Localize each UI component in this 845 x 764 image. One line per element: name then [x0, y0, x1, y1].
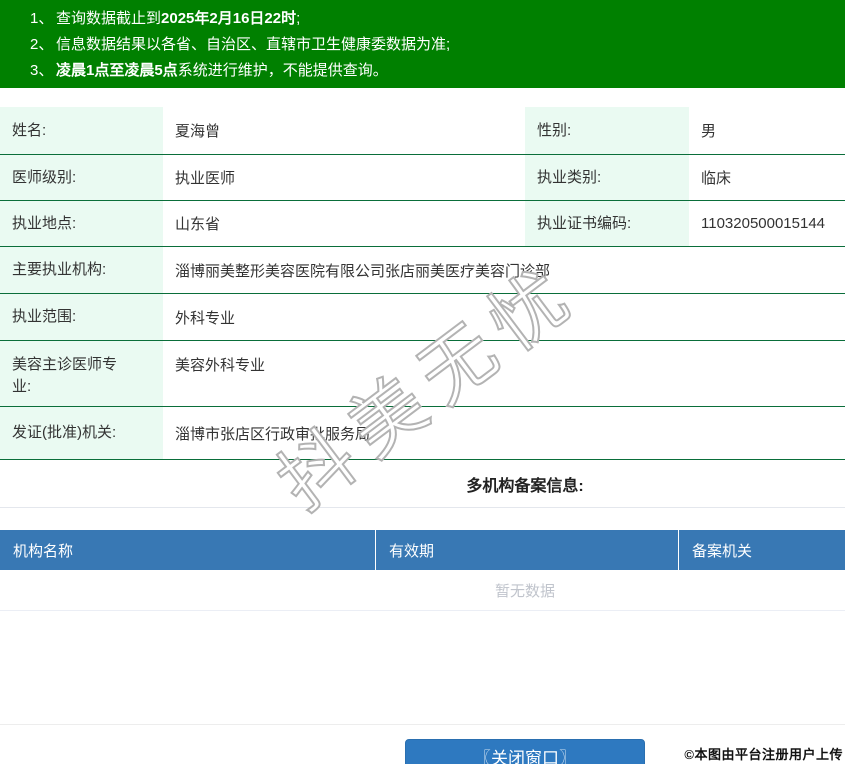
- notice-line-2: 2、信息数据结果以各省、自治区、直辖市卫生健康委数据为准;: [30, 32, 845, 58]
- doctor-info-table: 姓名: 夏海曾 性别: 男 医师级别: 执业医师 执业类别: 临床 执业地点: …: [0, 107, 845, 508]
- notice-number: 2、: [30, 32, 56, 58]
- multi-org-section-title: 多机构备案信息:: [0, 460, 845, 508]
- notice-banner: 1、查询数据截止到2025年2月16日22时; 2、信息数据结果以各省、自治区、…: [0, 0, 845, 88]
- issuer-label: 发证(批准)机关:: [0, 407, 163, 459]
- gender-value: 男: [689, 107, 845, 154]
- multi-org-table-header: 机构名称 有效期 备案机关: [0, 530, 845, 570]
- notice-number: 3、: [30, 58, 56, 84]
- main-org-value: 淄博丽美整形美容医院有限公司张店丽美医疗美容门诊部: [163, 247, 845, 293]
- column-header-validity: 有效期: [375, 530, 678, 570]
- location-label: 执业地点:: [0, 201, 163, 246]
- scope-value: 外科专业: [163, 294, 845, 340]
- table-row-scope: 执业范围: 外科专业: [0, 294, 845, 341]
- table-row-main-org: 主要执业机构: 淄博丽美整形美容医院有限公司张店丽美医疗美容门诊部: [0, 247, 845, 294]
- notice-text: 查询数据截止到: [56, 10, 161, 27]
- copyright-note: ©本图由平台注册用户上传: [684, 744, 843, 763]
- cert-number-label: 执业证书编码:: [525, 201, 689, 246]
- location-value: 山东省: [163, 201, 525, 246]
- name-label: 姓名:: [0, 107, 163, 154]
- category-label: 执业类别:: [525, 155, 689, 200]
- notice-text-bold: 2025年2月16日22时: [161, 10, 296, 27]
- table-row-level-category: 医师级别: 执业医师 执业类别: 临床: [0, 155, 845, 201]
- page: 1、查询数据截止到2025年2月16日22时; 2、信息数据结果以各省、自治区、…: [0, 0, 845, 764]
- name-value: 夏海曾: [163, 107, 525, 154]
- empty-data-placeholder: 暂无数据: [0, 570, 845, 611]
- table-row-name-gender: 姓名: 夏海曾 性别: 男: [0, 107, 845, 155]
- table-row-cosmetic-specialty: 美容主诊医师专业: 美容外科专业: [0, 341, 845, 407]
- content-container: 1、查询数据截止到2025年2月16日22时; 2、信息数据结果以各省、自治区、…: [0, 0, 845, 764]
- issuer-value: 淄博市张店区行政审批服务局: [163, 407, 845, 459]
- main-org-label: 主要执业机构:: [0, 247, 163, 293]
- column-header-record-authority: 备案机关: [678, 530, 845, 570]
- cosmetic-specialty-label: 美容主诊医师专业:: [0, 341, 163, 406]
- spacer: [0, 611, 845, 725]
- level-label: 医师级别:: [0, 155, 163, 200]
- notice-line-3: 3、凌晨1点至凌晨5点系统进行维护，不能提供查询。: [30, 58, 845, 84]
- category-value: 临床: [689, 155, 845, 200]
- scope-label: 执业范围:: [0, 294, 163, 340]
- notice-text: ;: [296, 10, 300, 27]
- notice-text-bold: 凌晨1点至凌晨5点: [56, 62, 178, 79]
- gender-label: 性别:: [525, 107, 689, 154]
- table-row-issuer: 发证(批准)机关: 淄博市张店区行政审批服务局: [0, 407, 845, 460]
- notice-text: 系统进行维护，不能提供查询。: [178, 62, 388, 79]
- notice-text: 信息数据结果以各省、自治区、直辖市卫生健康委数据为准;: [56, 36, 450, 53]
- column-header-org-name: 机构名称: [0, 530, 375, 570]
- cert-number-value: 110320500015144: [689, 201, 845, 246]
- close-window-button[interactable]: 〖关闭窗口〗: [405, 739, 645, 764]
- cosmetic-specialty-value: 美容外科专业: [163, 341, 845, 406]
- table-row-location-cert: 执业地点: 山东省 执业证书编码: 110320500015144: [0, 201, 845, 247]
- notice-line-1: 1、查询数据截止到2025年2月16日22时;: [30, 6, 845, 32]
- notice-number: 1、: [30, 6, 56, 32]
- level-value: 执业医师: [163, 155, 525, 200]
